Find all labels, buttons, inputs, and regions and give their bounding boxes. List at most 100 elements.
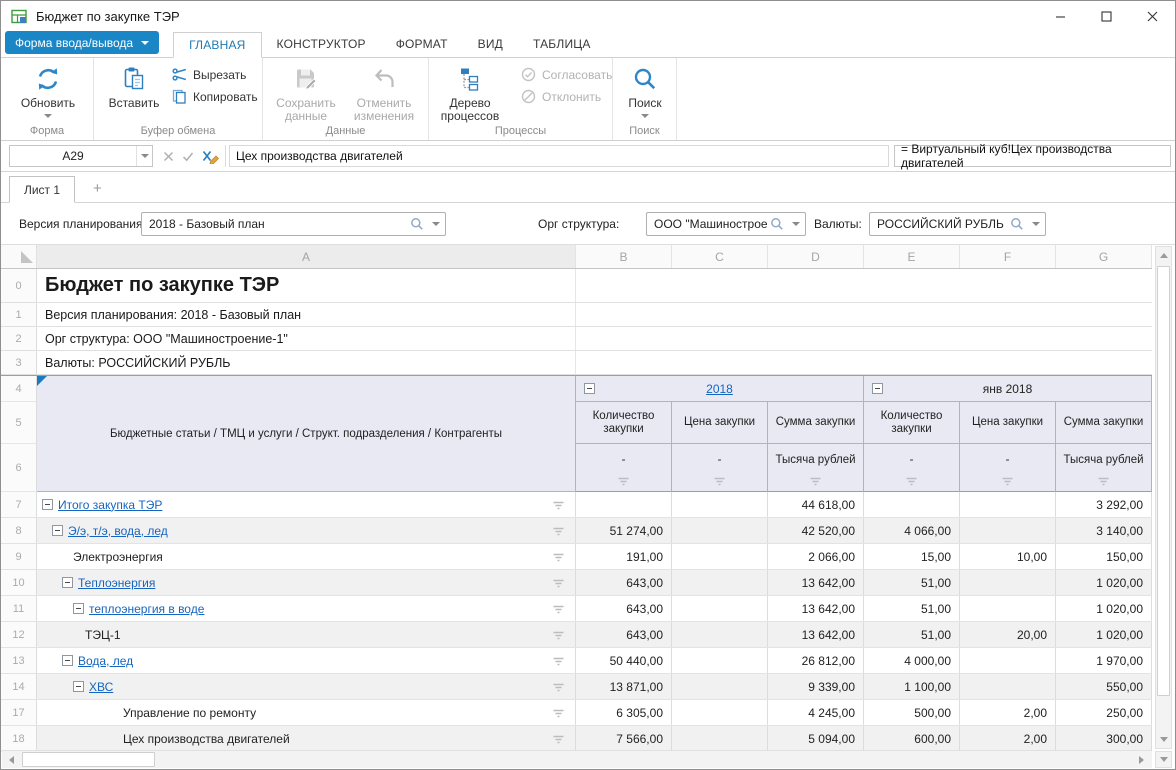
value-cell[interactable]	[672, 700, 768, 725]
value-cell[interactable]: 42 520,00	[768, 518, 864, 543]
measure-header-cell[interactable]: Сумма закупки	[1056, 402, 1152, 444]
column-header-F[interactable]: F	[960, 245, 1056, 268]
row-header-2[interactable]: 2	[1, 327, 37, 350]
value-cell[interactable]: 51,00	[864, 596, 960, 621]
value-cell[interactable]	[864, 492, 960, 517]
filter-icon[interactable]	[552, 579, 565, 589]
cancel-entry-icon[interactable]	[163, 151, 174, 162]
unit-header-cell[interactable]: -	[864, 444, 960, 492]
filter-icon[interactable]	[552, 709, 565, 719]
row-label-link[interactable]: Теплоэнергия	[78, 576, 155, 590]
value-cell[interactable]: 1 020,00	[1056, 570, 1152, 595]
value-cell[interactable]: 4 000,00	[864, 648, 960, 673]
row-label-cell[interactable]: ХВС	[37, 674, 576, 699]
filter-icon[interactable]	[552, 501, 565, 511]
chevron-down-icon[interactable]	[1027, 222, 1045, 226]
filter-icon[interactable]	[552, 553, 565, 563]
value-cell[interactable]	[672, 596, 768, 621]
measure-header-cell[interactable]: Сумма закупки	[768, 402, 864, 444]
row-header-6[interactable]: 6	[1, 444, 37, 492]
period-label[interactable]: 2018	[706, 382, 733, 396]
row-label-cell[interactable]: теплоэнергия в воде	[37, 596, 576, 621]
filter-icon[interactable]	[809, 477, 822, 487]
row-label-cell[interactable]: ТЭЦ-1	[37, 622, 576, 647]
confirm-entry-icon[interactable]	[182, 151, 194, 162]
collapse-icon[interactable]	[73, 681, 84, 692]
scroll-up-button[interactable]	[1156, 247, 1171, 264]
save-data-button[interactable]: Сохранить данные	[271, 64, 341, 123]
value-cell[interactable]: 13 642,00	[768, 596, 864, 621]
chevron-down-icon[interactable]	[787, 222, 805, 226]
undo-changes-button[interactable]: Отменить изменения	[349, 64, 419, 123]
value-cell[interactable]	[672, 544, 768, 569]
value-cell[interactable]: 2,00	[960, 700, 1056, 725]
add-sheet-button[interactable]: +	[93, 182, 102, 196]
scroll-left-button[interactable]	[2, 751, 20, 768]
column-header-C[interactable]: C	[672, 245, 768, 268]
filter-icon[interactable]	[552, 527, 565, 537]
value-cell[interactable]	[672, 648, 768, 673]
measure-header-cell[interactable]: Количество закупки	[576, 402, 672, 444]
column-header-D[interactable]: D	[768, 245, 864, 268]
row-header-1[interactable]: 1	[1, 303, 37, 326]
reject-button[interactable]: Отклонить	[521, 89, 612, 104]
value-cell[interactable]: 20,00	[960, 622, 1056, 647]
unit-header-cell[interactable]: Тысяча рублей	[768, 444, 864, 492]
info-cell-3[interactable]: Валюты: РОССИЙСКИЙ РУБЛЬ	[37, 351, 576, 374]
paste-button[interactable]: Вставить	[99, 64, 169, 110]
value-cell[interactable]: 51,00	[864, 570, 960, 595]
value-cell[interactable]: 7 566,00	[576, 726, 672, 751]
tab-table[interactable]: ТАБЛИЦА	[518, 31, 606, 57]
value-cell[interactable]: 51,00	[864, 622, 960, 647]
row-dimension-header[interactable]: Бюджетные статьи / ТМЦ и услуги / Структ…	[37, 376, 576, 492]
filter-icon[interactable]	[552, 683, 565, 693]
info-cell-1[interactable]: Версия планирования: 2018 - Базовый план	[37, 303, 576, 326]
column-header-A[interactable]: A	[37, 245, 576, 268]
value-cell[interactable]	[672, 674, 768, 699]
currency-filter-combo[interactable]: РОССИЙСКИЙ РУБЛЬ	[869, 212, 1046, 236]
filter-icon[interactable]	[552, 605, 565, 615]
copy-button[interactable]: Копировать	[172, 89, 258, 104]
value-cell[interactable]: 600,00	[864, 726, 960, 751]
vertical-scroll-thumb[interactable]	[1157, 266, 1170, 696]
value-cell[interactable]: 550,00	[1056, 674, 1152, 699]
info-row-empty[interactable]	[576, 269, 1152, 302]
row-header-12[interactable]: 12	[1, 622, 37, 647]
value-cell[interactable]: 150,00	[1056, 544, 1152, 569]
value-cell[interactable]: 13 642,00	[768, 570, 864, 595]
value-cell[interactable]: 1 020,00	[1056, 596, 1152, 621]
info-row-empty[interactable]	[576, 327, 1152, 350]
measure-header-cell[interactable]: Количество закупки	[864, 402, 960, 444]
value-cell[interactable]: 44 618,00	[768, 492, 864, 517]
process-tree-button[interactable]: Дерево процессов	[435, 64, 505, 123]
filter-icon[interactable]	[1001, 477, 1014, 487]
value-cell[interactable]	[960, 648, 1056, 673]
formula-input[interactable]: Цех производства двигателей	[229, 145, 889, 167]
value-cell[interactable]: 643,00	[576, 570, 672, 595]
filter-icon[interactable]	[552, 735, 565, 745]
period-group-year[interactable]: 2018	[576, 376, 864, 402]
value-cell[interactable]: 15,00	[864, 544, 960, 569]
value-cell[interactable]: 1 970,00	[1056, 648, 1152, 673]
filter-icon[interactable]	[905, 477, 918, 487]
orgstruct-filter-combo[interactable]: ООО "Машиностроение-1"	[646, 212, 806, 236]
value-cell[interactable]: 2 066,00	[768, 544, 864, 569]
row-label-link[interactable]: ХВС	[89, 680, 113, 694]
row-header-8[interactable]: 8	[1, 518, 37, 543]
value-cell[interactable]: 13 642,00	[768, 622, 864, 647]
row-header-10[interactable]: 10	[1, 570, 37, 595]
cell-name-box[interactable]: A29	[9, 145, 153, 167]
collapse-icon[interactable]	[62, 655, 73, 666]
horizontal-scrollbar[interactable]	[2, 750, 1152, 768]
collapse-icon[interactable]	[584, 383, 595, 394]
row-label-cell[interactable]: Цех производства двигателей	[37, 726, 576, 751]
form-io-menu-button[interactable]: Форма ввода/вывода	[5, 31, 159, 54]
search-icon[interactable]	[767, 217, 787, 231]
value-cell[interactable]	[672, 622, 768, 647]
value-cell[interactable]: 50 440,00	[576, 648, 672, 673]
select-all-corner[interactable]	[1, 245, 37, 268]
row-label-cell[interactable]: Электроэнергия	[37, 544, 576, 569]
sheet-tab-list1[interactable]: Лист 1	[9, 176, 75, 203]
value-cell[interactable]: 2,00	[960, 726, 1056, 751]
edit-formula-icon[interactable]	[202, 149, 219, 164]
